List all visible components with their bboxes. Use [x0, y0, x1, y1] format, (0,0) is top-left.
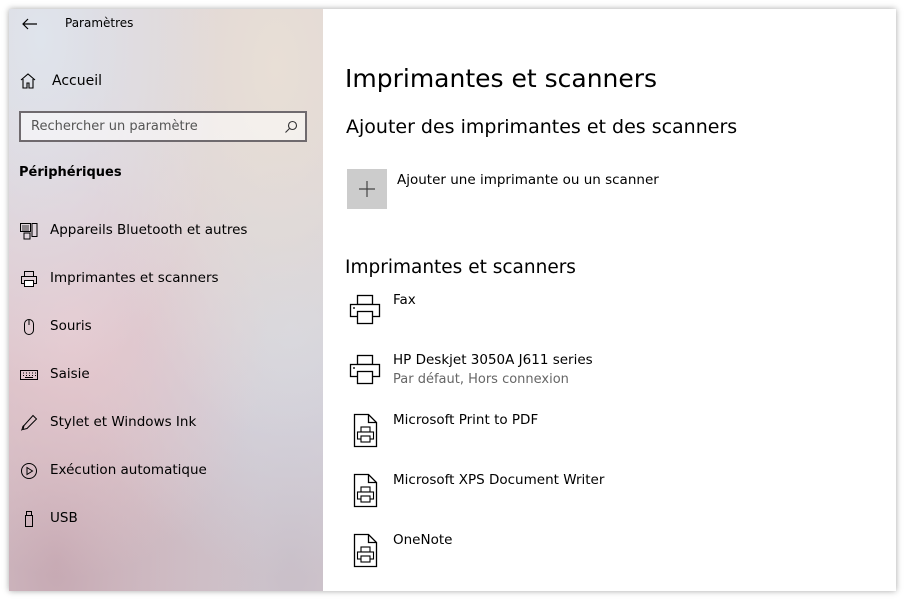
sidebar-item-label: Appareils Bluetooth et autres: [50, 222, 248, 238]
printer-name: HP Deskjet 3050A J611 series: [393, 352, 593, 368]
sidebar-item-label: Exécution automatique: [50, 462, 207, 478]
printer-item-onenote[interactable]: OneNote: [347, 532, 867, 588]
sidebar-item-label: Stylet et Windows Ink: [50, 414, 197, 430]
search-box[interactable]: [19, 111, 307, 142]
add-button-tile[interactable]: [347, 169, 387, 209]
sidebar-item-label: Accueil: [52, 73, 102, 89]
printer-name: Microsoft XPS Document Writer: [393, 472, 605, 488]
add-section-title: Ajouter des imprimantes et des scanners: [346, 116, 738, 138]
settings-window: Paramètres Accueil Périphériques Apparei…: [9, 9, 896, 591]
home-icon: [20, 73, 36, 89]
pen-icon: [21, 414, 38, 431]
keyboard-icon: [20, 370, 38, 380]
sidebar-item-printers[interactable]: Imprimantes et scanners: [9, 257, 323, 301]
printer-status: Par défaut, Hors connexion: [393, 372, 569, 387]
section-title: Périphériques: [19, 165, 122, 180]
sidebar-item-bluetooth[interactable]: Appareils Bluetooth et autres: [9, 209, 323, 253]
printer-name: Microsoft Print to PDF: [393, 412, 539, 428]
sidebar-item-typing[interactable]: Saisie: [9, 353, 323, 397]
sidebar-item-label: USB: [50, 510, 78, 526]
printer-icon: [21, 271, 37, 287]
printer-name: OneNote: [393, 532, 453, 548]
window-title: Paramètres: [65, 16, 134, 30]
sidebar-item-autoplay[interactable]: Exécution automatique: [9, 449, 323, 493]
sidebar-item-usb[interactable]: USB: [9, 497, 323, 541]
sidebar-item-label: Saisie: [50, 366, 90, 382]
main-content: Imprimantes et scanners Ajouter des impr…: [323, 9, 896, 591]
document-printer-icon: [353, 473, 378, 508]
printers-list-title: Imprimantes et scanners: [345, 257, 576, 278]
sidebar: Paramètres Accueil Périphériques Apparei…: [9, 9, 323, 591]
autoplay-icon: [21, 463, 37, 479]
printer-item-hp[interactable]: HP Deskjet 3050A J611 series Par défaut,…: [347, 352, 867, 408]
printer-item-pdf[interactable]: Microsoft Print to PDF: [347, 412, 867, 468]
printer-item-fax[interactable]: Fax: [347, 292, 867, 348]
fax-printer-icon: [349, 294, 381, 325]
plus-icon: [359, 181, 375, 197]
usb-icon: [25, 511, 33, 527]
sidebar-item-label: Souris: [50, 318, 92, 334]
sidebar-item-pen[interactable]: Stylet et Windows Ink: [9, 401, 323, 445]
printer-icon: [349, 354, 381, 385]
document-printer-icon: [353, 533, 378, 568]
add-printer-button[interactable]: Ajouter une imprimante ou un scanner: [347, 169, 747, 209]
printer-name: Fax: [393, 292, 416, 308]
sidebar-item-home[interactable]: Accueil: [19, 69, 102, 93]
page-title: Imprimantes et scanners: [345, 64, 658, 93]
printer-item-xps[interactable]: Microsoft XPS Document Writer: [347, 472, 867, 528]
add-printer-label: Ajouter une imprimante ou un scanner: [397, 172, 659, 188]
bluetooth-devices-icon: [20, 223, 38, 240]
search-icon[interactable]: [284, 120, 298, 134]
mouse-icon: [24, 319, 34, 335]
sidebar-item-mouse[interactable]: Souris: [9, 305, 323, 349]
arrow-left-icon: [22, 18, 37, 30]
sidebar-item-label: Imprimantes et scanners: [50, 270, 219, 286]
back-button[interactable]: [19, 13, 41, 35]
document-printer-icon: [353, 413, 378, 448]
search-input[interactable]: [21, 113, 305, 140]
